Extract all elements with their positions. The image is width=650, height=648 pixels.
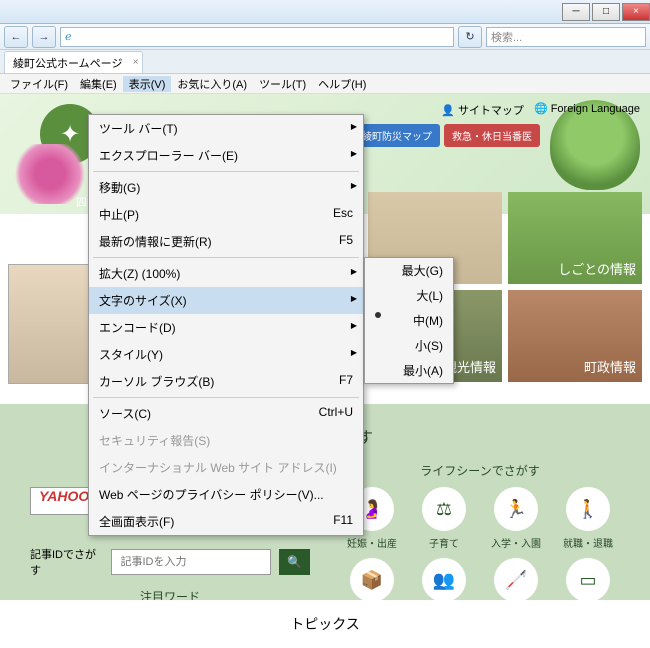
icon-school[interactable]: 🏃入学・入園 [484,487,548,550]
menu-file[interactable]: ファイル(F) [4,76,74,92]
submenu-item[interactable]: 小(S) [365,333,453,358]
menu-item: セキュリティ報告(S) [89,427,363,454]
menu-item[interactable]: スタイル(Y) [89,341,363,368]
menubar: ファイル(F) 編集(E) 表示(V) お気に入り(A) ツール(T) ヘルプ(… [0,74,650,94]
tab-close-icon[interactable]: × [133,57,139,68]
search-bar[interactable]: 検索... [486,27,646,47]
text-size-submenu: 最大(G)大(L)中(M)小(S)最小(A) [364,257,454,384]
tab-active[interactable]: 綾町公式ホームページ × [4,51,143,73]
menu-item: インターナショナル Web サイト アドレス(I) [89,454,363,481]
menu-item[interactable]: 全画面表示(F)F11 [89,508,363,535]
submenu-item[interactable]: 最小(A) [365,358,453,383]
menu-favorites[interactable]: お気に入り(A) [171,76,253,92]
content-area: ✦ 👤 サイトマップ 🌐 Foreign Language 綾町防災マップ 救急… [0,94,650,648]
article-id-label: 記事IDでさがす [30,546,103,578]
menu-tools[interactable]: ツール(T) [253,76,312,92]
submenu-item[interactable]: 大(L) [365,283,453,308]
menu-help[interactable]: ヘルプ(H) [312,76,372,92]
life-scene-title: ライフシーンでさがす [340,462,620,479]
menu-item[interactable]: エンコード(D) [89,314,363,341]
menu-item[interactable]: Web ページのプライバシー ポリシー(V)... [89,481,363,508]
ie-icon: ℯ [65,30,72,43]
tab-title: 綾町公式ホームページ [13,55,122,71]
icon-job[interactable]: 🚶就職・退職 [556,487,620,550]
icon-childcare[interactable]: ⚖子育て [412,487,476,550]
maximize-button[interactable]: □ [592,3,620,21]
menu-item[interactable]: ソース(C)Ctrl+U [89,400,363,427]
card-work[interactable]: しごとの情報 [508,192,642,284]
submenu-item[interactable]: 中(M) [365,308,453,333]
browser-window: ─ □ × ← → ℯ ↻ 検索... 綾町公式ホームページ × ファイル(F)… [0,0,650,648]
emergency-button[interactable]: 救急・休日当番医 [444,124,540,147]
menu-item[interactable]: エクスプローラー バー(E) [89,142,363,169]
navbar: ← → ℯ ↻ 検索... [0,24,650,50]
menu-item[interactable]: 拡大(Z) (100%) [89,260,363,287]
back-button[interactable]: ← [4,26,28,48]
view-menu-dropdown: ツール バー(T)エクスプローラー バー(E) 移動(G)中止(P)Esc最新の情… [88,114,364,536]
menu-item[interactable]: カーソル ブラウズ(B)F7 [89,368,363,395]
minimize-button[interactable]: ─ [562,3,590,21]
card-gov[interactable]: 町政情報 [508,290,642,382]
menu-item[interactable]: ツール バー(T) [89,115,363,142]
forward-button[interactable]: → [32,26,56,48]
tab-bar: 綾町公式ホームページ × [0,50,650,74]
refresh-button[interactable]: ↻ [458,26,482,48]
titlebar: ─ □ × [0,0,650,24]
article-id-input[interactable] [111,549,271,575]
topics-heading: トピックス [0,600,650,648]
submenu-item[interactable]: 最大(G) [365,258,453,283]
menu-item[interactable]: 移動(G) [89,174,363,201]
disaster-map-button[interactable]: 綾町防災マップ [354,124,440,147]
close-button[interactable]: × [622,3,650,21]
sitemap-link[interactable]: 👤 サイトマップ [441,102,524,118]
menu-item[interactable]: 中止(P)Esc [89,201,363,228]
article-id-button[interactable]: 🔍 [279,549,310,575]
language-link[interactable]: 🌐 Foreign Language [534,102,640,118]
menu-item[interactable]: 文字のサイズ(X) [89,287,363,314]
menu-edit[interactable]: 編集(E) [74,76,123,92]
address-bar[interactable]: ℯ [60,27,454,47]
menu-item[interactable]: 最新の情報に更新(R)F5 [89,228,363,255]
menu-view[interactable]: 表示(V) [123,76,172,92]
